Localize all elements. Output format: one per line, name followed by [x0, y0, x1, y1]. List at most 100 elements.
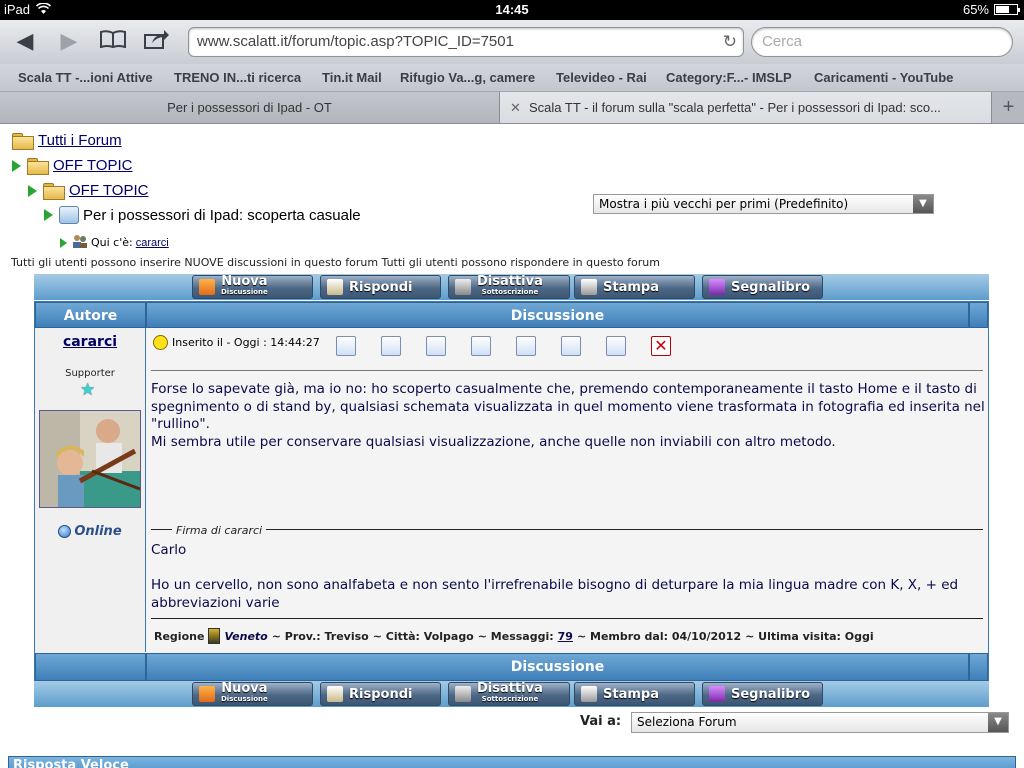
print-label: Stampa — [603, 279, 659, 295]
url-text: www.scalatt.it/forum/topic.asp?TOPIC_ID=… — [197, 33, 514, 50]
folder-open-icon — [12, 132, 34, 150]
post-paragraph: Mi sembra utile per conservare qualsiasi… — [151, 433, 836, 450]
bookmarks-icon[interactable] — [98, 29, 128, 55]
breadcrumb-here: Qui c'è: cararci — [60, 234, 169, 251]
print-button[interactable]: Stampa — [574, 275, 695, 299]
post-meta: Inserito il - Oggi : 14:44:27 — [153, 335, 320, 350]
reply-button[interactable]: Rispondi — [320, 275, 441, 299]
reply-icon — [327, 279, 343, 295]
folder-open-icon — [43, 182, 65, 200]
link-all-forums[interactable]: Tutti i Forum — [38, 132, 122, 149]
post-body: Forse lo sapevate già, ma io no: ho scop… — [151, 381, 985, 451]
bookmark-item[interactable]: Scala TT -...ioni Attive — [18, 70, 153, 85]
star-icon: ★ — [80, 380, 96, 400]
battery-percent: 65% — [962, 2, 989, 17]
avatar — [39, 410, 141, 508]
user-icon[interactable] — [381, 336, 401, 356]
topic-title: Per i possessori di Ipad: scoperta casua… — [83, 206, 361, 224]
arrow-icon — [44, 209, 53, 221]
delete-icon[interactable]: ✕ — [651, 336, 671, 356]
messages-label: ~ Messaggi: — [477, 629, 554, 643]
goto-forum-value: Seleziona Forum — [637, 715, 737, 729]
send-icon[interactable] — [606, 336, 626, 356]
bookmark-item[interactable]: Televideo - Rai — [556, 70, 647, 85]
bookmark-label: Segnalibro — [731, 686, 811, 702]
edit-icon[interactable] — [516, 336, 536, 356]
author-name-link[interactable]: cararci — [35, 334, 145, 350]
link-category[interactable]: OFF TOPIC — [53, 157, 132, 174]
reload-icon[interactable]: ↻ — [723, 28, 737, 56]
arrow-icon — [12, 159, 21, 172]
bookmark-button[interactable]: Segnalibro — [702, 682, 823, 706]
printer-icon — [581, 279, 597, 295]
footer-corner — [969, 653, 988, 681]
bookmark-label: Segnalibro — [731, 279, 811, 295]
topic-column-footer: Discussione — [146, 653, 969, 681]
unsubscribe-sublabel: Sottoscrizione — [481, 288, 539, 296]
new-topic-icon — [199, 279, 215, 295]
unsubscribe-button[interactable]: Disattiva Sottoscrizione — [448, 682, 570, 706]
new-topic-button[interactable]: Nuova Discussione — [192, 275, 313, 299]
arrow-icon — [28, 184, 37, 197]
url-bar[interactable]: www.scalatt.it/forum/topic.asp?TOPIC_ID=… — [188, 27, 744, 57]
new-topic-icon — [199, 686, 215, 702]
bookmark-item[interactable]: Tin.it Mail — [322, 70, 382, 85]
bookmark-item[interactable]: TRENO IN...ti ricerca — [174, 70, 301, 85]
home-icon[interactable] — [471, 336, 491, 356]
divider — [151, 618, 983, 619]
here-user-link[interactable]: cararci — [136, 237, 169, 249]
post-panel: Inserito il - Oggi : 14:44:27 ✕ Forse lo… — [146, 328, 988, 652]
share-icon[interactable] — [142, 29, 172, 55]
signature-name: Carlo — [151, 542, 187, 558]
users-icon — [72, 234, 88, 251]
here-label: Qui c'è: — [91, 236, 133, 249]
unsubscribe-label: Disattiva — [477, 681, 543, 696]
post-paragraph: Forse lo sapevate già, ma io no: ho scop… — [151, 381, 985, 432]
bookmark-item[interactable]: Caricamenti - YouTube — [814, 70, 953, 85]
online-label: Online — [74, 524, 122, 539]
bookmark-item[interactable]: Rifugio Va...g, camere — [400, 70, 535, 85]
add-tab-icon[interactable]: + — [993, 92, 1024, 123]
reply-button[interactable]: Rispondi — [320, 682, 441, 706]
region-value: Veneto — [224, 629, 268, 643]
print-button[interactable]: Stampa — [574, 682, 695, 706]
close-icon[interactable]: ✕ — [510, 92, 521, 123]
link-forum[interactable]: OFF TOPIC — [69, 182, 148, 199]
tab-title: Scala TT - il forum sulla "scala perfett… — [529, 100, 941, 115]
sort-order-select[interactable]: Mostra i più vecchi per primi (Predefini… — [593, 194, 934, 214]
unsubscribe-icon — [455, 279, 471, 295]
bookmark-button[interactable]: Segnalibro — [702, 275, 823, 299]
refresh-icon[interactable] — [426, 336, 446, 356]
tab-ipad-ot[interactable]: Per i possessori di Ipad - OT — [0, 92, 500, 123]
unsubscribe-sublabel: Sottoscrizione — [481, 695, 539, 703]
profile-icon[interactable] — [336, 336, 356, 356]
quote-icon[interactable] — [561, 336, 581, 356]
printer-icon — [581, 686, 597, 702]
author-panel: cararci Supporter ★ Online — [35, 328, 145, 652]
new-topic-label: Nuova — [221, 681, 268, 696]
back-icon[interactable]: ◀ — [10, 29, 40, 55]
chevron-down-icon: ▼ — [988, 713, 1008, 732]
region-flag-icon — [208, 628, 221, 644]
online-status: Online — [35, 524, 145, 539]
topic-table: Autore Discussione cararci Supporter ★ O… — [34, 301, 989, 681]
reply-label: Rispondi — [349, 686, 413, 702]
smiley-icon — [153, 335, 168, 350]
button-bar-top: Nuova Discussione Rispondi Disattiva Sotto… — [34, 274, 989, 300]
bookmarks-bar: Scala TT -...ioni Attive TRENO IN...ti r… — [0, 64, 1024, 92]
tab-scalatt[interactable]: ✕ Scala TT - il forum sulla "scala perfe… — [500, 92, 992, 123]
battery-icon — [994, 4, 1020, 15]
status-bar: iPad 14:45 65% — [0, 0, 1024, 20]
unsubscribe-button[interactable]: Disattiva Sottoscrizione — [448, 275, 570, 299]
new-topic-button[interactable]: Nuova Discussione — [192, 682, 313, 706]
forward-icon[interactable]: ▶ — [54, 29, 84, 55]
new-topic-sublabel: Discussione — [221, 695, 268, 703]
breadcrumb-all-forums: Tutti i Forum — [12, 132, 122, 150]
goto-forum-select[interactable]: Seleziona Forum ▼ — [631, 712, 1009, 733]
search-input[interactable]: Cerca — [751, 27, 1013, 57]
messages-count-link[interactable]: 79 — [558, 630, 573, 643]
province: ~ Prov.: Treviso — [271, 629, 369, 643]
breadcrumb-category: OFF TOPIC — [12, 157, 132, 175]
reply-icon — [327, 686, 343, 702]
bookmark-item[interactable]: Category:F...- IMSLP — [666, 70, 792, 85]
